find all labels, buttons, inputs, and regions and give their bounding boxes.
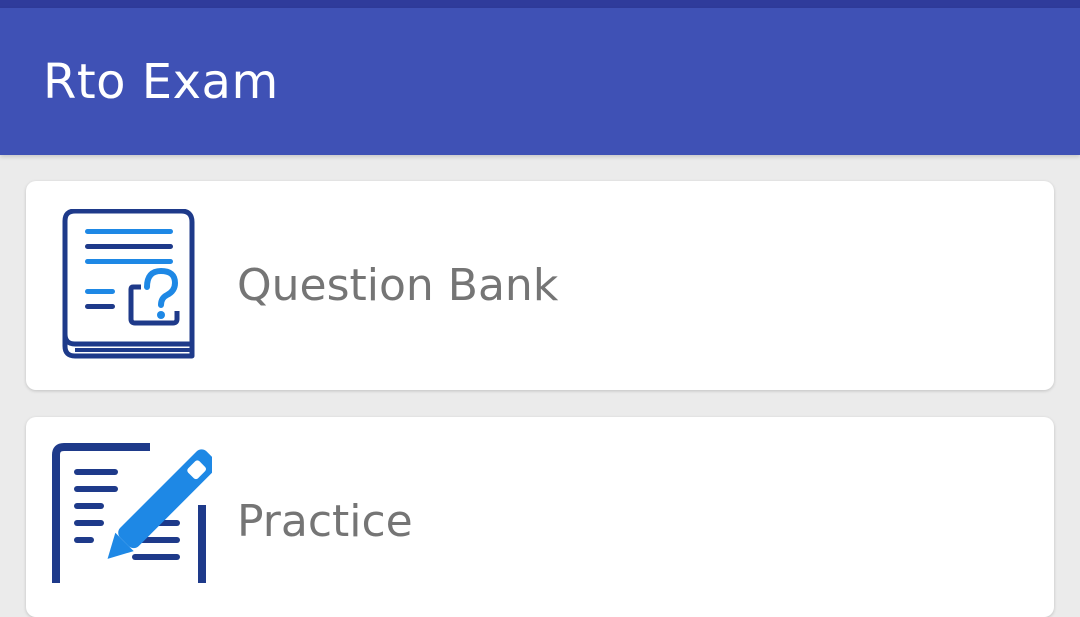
app-title: Rto Exam (43, 54, 279, 110)
question-bank-icon (61, 208, 201, 364)
question-bank-card[interactable]: Question Bank (26, 181, 1054, 390)
practice-edit-icon (52, 443, 218, 583)
status-bar (0, 0, 1080, 8)
question-bank-label: Question Bank (237, 260, 559, 311)
app-bar: Rto Exam (0, 8, 1080, 155)
practice-card[interactable]: Practice (26, 417, 1054, 617)
practice-label: Practice (237, 496, 413, 547)
